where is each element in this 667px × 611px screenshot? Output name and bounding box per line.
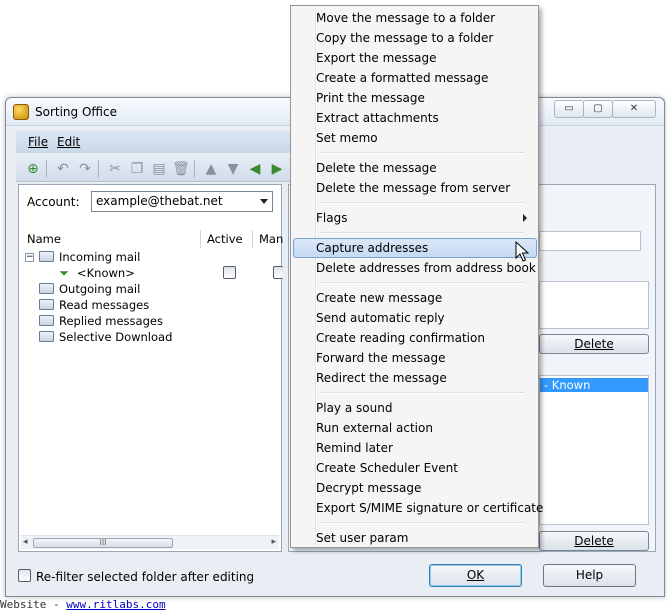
conditions-box[interactable]	[539, 281, 649, 329]
chevron-down-icon	[260, 199, 268, 204]
cut-icon[interactable]: ✂	[106, 160, 124, 178]
menu-item-play-sound[interactable]: Play a sound	[293, 398, 537, 418]
window-title: Sorting Office	[35, 105, 117, 119]
delete-icon[interactable]: 🗑	[172, 160, 190, 178]
move-left-icon[interactable]: ◀	[246, 160, 264, 178]
menu-item-capture-addresses[interactable]: Capture addresses	[293, 238, 537, 258]
menu-edit[interactable]: Edit	[57, 135, 80, 149]
copy-icon[interactable]: ❐	[128, 160, 146, 178]
active-checkbox[interactable]	[223, 266, 236, 279]
website-link[interactable]: www.ritlabs.com	[66, 598, 165, 611]
menu-item-forward[interactable]: Forward the message	[293, 348, 537, 368]
delete-action-button[interactable]: Delete	[539, 531, 649, 551]
background-website-text: Website - www.ritlabs.com	[0, 598, 166, 611]
menu-item-delete-from-server[interactable]: Delete the message from server	[293, 178, 537, 198]
menu-item-decrypt[interactable]: Decrypt message	[293, 478, 537, 498]
close-button[interactable]: ✕	[612, 100, 656, 118]
move-right-icon[interactable]: ▶	[268, 160, 286, 178]
menu-item-copy-to-folder[interactable]: Copy the message to a folder	[293, 28, 537, 48]
redo-icon[interactable]: ↷	[76, 160, 94, 178]
app-icon	[13, 104, 29, 120]
menu-item-set-user-param[interactable]: Set user param	[293, 528, 537, 548]
menu-item-create-new-message[interactable]: Create new message	[293, 288, 537, 308]
submenu-arrow-icon	[523, 214, 527, 222]
menu-bar: File Edit	[16, 131, 306, 153]
tree-item-outgoing-mail[interactable]: Outgoing mail	[39, 281, 140, 297]
toolbar: ⊕ ↶ ↷ ✂ ❐ ▤ 🗑 ▲ ▼ ◀ ▶	[16, 156, 306, 182]
collapse-toggle[interactable]: −	[25, 253, 34, 262]
menu-item-print[interactable]: Print the message	[293, 88, 537, 108]
move-up-icon[interactable]: ▲	[202, 160, 220, 178]
tree-item-known[interactable]: ⏷ <Known>	[57, 265, 135, 281]
folder-icon	[39, 251, 54, 262]
add-filter-icon[interactable]: ⊕	[24, 160, 42, 178]
move-down-icon[interactable]: ▼	[224, 160, 242, 178]
filter-icon: ⏷	[59, 266, 69, 280]
tree-item-selective-download[interactable]: Selective Download	[39, 329, 172, 345]
menu-item-run-external[interactable]: Run external action	[293, 418, 537, 438]
menu-separator	[319, 152, 525, 154]
menu-item-redirect[interactable]: Redirect the message	[293, 368, 537, 388]
scroll-left-icon[interactable]: ◂	[23, 537, 28, 547]
menu-item-scheduler-event[interactable]: Create Scheduler Event	[293, 458, 537, 478]
menu-separator	[319, 522, 525, 524]
paste-icon[interactable]: ▤	[150, 160, 168, 178]
folder-icon	[39, 283, 54, 294]
context-menu: Move the message to a folder Copy the me…	[290, 5, 543, 548]
ok-button[interactable]: OK	[429, 564, 522, 587]
manual-checkbox[interactable]	[273, 266, 283, 279]
folder-icon	[39, 315, 54, 326]
minimize-button[interactable]: ▭	[554, 100, 584, 118]
menu-item-export-smime[interactable]: Export S/MIME signature or certificate	[293, 498, 543, 518]
menu-item-extract-attachments[interactable]: Extract attachments	[293, 108, 537, 128]
menu-item-delete-message[interactable]: Delete the message	[293, 158, 537, 178]
filter-name-input[interactable]	[539, 231, 641, 251]
menu-separator	[319, 392, 525, 394]
account-value: example@thebat.net	[96, 194, 223, 208]
actions-list[interactable]: - Known	[539, 375, 649, 525]
menu-item-move-to-folder[interactable]: Move the message to a folder	[293, 8, 537, 28]
menu-item-flags[interactable]: Flags	[293, 208, 537, 228]
tree-item-incoming-mail[interactable]: Incoming mail	[39, 249, 140, 265]
folder-icon	[39, 331, 54, 342]
tree-item-replied-messages[interactable]: Replied messages	[39, 313, 163, 329]
maximize-button[interactable]: ▢	[583, 100, 613, 118]
undo-icon[interactable]: ↶	[54, 160, 72, 178]
mouse-cursor-icon	[515, 241, 529, 262]
menu-separator	[319, 202, 525, 204]
refilter-label: Re-filter selected folder after editing	[36, 570, 255, 584]
account-label: Account:	[27, 195, 80, 209]
column-name[interactable]: Name	[23, 230, 201, 248]
toolbar-separator	[46, 160, 47, 178]
menu-separator	[319, 282, 525, 284]
menu-item-export-message[interactable]: Export the message	[293, 48, 537, 68]
menu-separator	[319, 232, 525, 234]
menu-item-create-formatted[interactable]: Create a formatted message	[293, 68, 537, 88]
menu-item-delete-addresses[interactable]: Delete addresses from address book	[293, 258, 537, 278]
scroll-right-icon[interactable]: ▸	[271, 537, 276, 547]
menu-item-set-memo[interactable]: Set memo	[293, 128, 537, 148]
menu-item-remind-later[interactable]: Remind later	[293, 438, 537, 458]
scroll-thumb[interactable]: III	[33, 538, 173, 548]
list-item-selected[interactable]: - Known	[540, 378, 648, 392]
help-button[interactable]: Help	[543, 564, 636, 587]
column-manual[interactable]: Man	[255, 230, 283, 248]
menu-item-send-auto-reply[interactable]: Send automatic reply	[293, 308, 537, 328]
toolbar-separator	[194, 160, 195, 178]
menu-item-reading-confirmation[interactable]: Create reading confirmation	[293, 328, 537, 348]
account-dropdown[interactable]: example@thebat.net	[91, 191, 273, 212]
folder-icon	[39, 299, 54, 310]
column-active[interactable]: Active	[203, 230, 253, 248]
tree-item-read-messages[interactable]: Read messages	[39, 297, 149, 313]
menu-file[interactable]: File	[28, 135, 48, 149]
filter-tree-panel: Account: example@thebat.net Name Active …	[18, 184, 283, 552]
delete-condition-button[interactable]: Delete	[539, 334, 649, 354]
refilter-checkbox[interactable]	[18, 569, 31, 582]
horizontal-scrollbar[interactable]: ◂ III ▸	[21, 535, 279, 549]
toolbar-separator	[98, 160, 99, 178]
